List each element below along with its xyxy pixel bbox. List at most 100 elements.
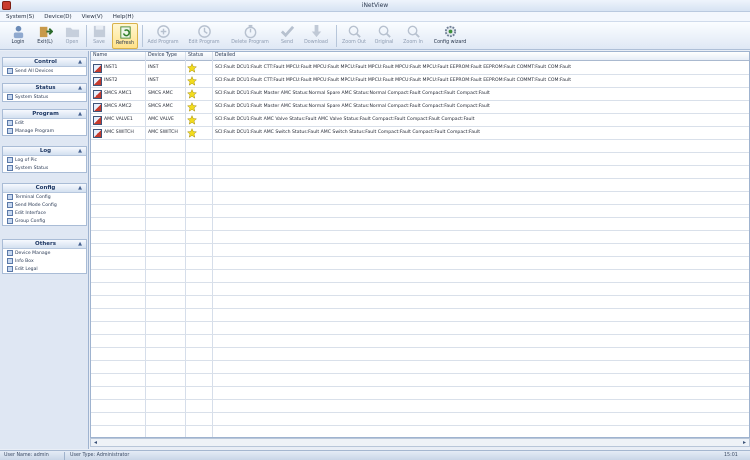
column-header-detailed[interactable]: Detailed	[215, 53, 235, 58]
empty-table-row[interactable]	[91, 387, 749, 400]
empty-table-row[interactable]	[91, 283, 749, 296]
delete-program-button[interactable]: Delete Program	[228, 23, 272, 49]
table-row[interactable]: SMCS AMC2 SMCS AMC SCI:Fault DCU1:Fault Ma…	[91, 101, 749, 114]
sidebar-group-log: Log ▲ Log of Pic System Status	[2, 146, 87, 173]
empty-table-row[interactable]	[91, 400, 749, 413]
add-program-icon	[156, 25, 170, 38]
zoom-original-icon	[378, 25, 391, 38]
sidebar-item-manage-program[interactable]: Manage Program	[3, 127, 86, 135]
config-wizard-button[interactable]: Config wizard	[430, 23, 470, 49]
refresh-icon	[119, 26, 131, 39]
empty-table-row[interactable]	[91, 426, 749, 437]
device-icon	[93, 90, 102, 99]
empty-table-row[interactable]	[91, 166, 749, 179]
menu-system[interactable]: System(S)	[6, 14, 34, 20]
sidebar-item-edit-legal[interactable]: Edit Legal	[3, 265, 86, 273]
empty-table-row[interactable]	[91, 231, 749, 244]
scroll-right-arrow-icon[interactable]: ▸	[740, 439, 749, 446]
original-size-button[interactable]: Original	[370, 23, 398, 49]
sidebar-item-terminal-config[interactable]: Terminal Config	[3, 193, 86, 201]
collapse-chevron-icon[interactable]: ▲	[78, 185, 82, 191]
sidebar-item-send-mode-config[interactable]: Send Mode Config	[3, 201, 86, 209]
table-row[interactable]: SMCS AMC1 SMCS AMC SCI:Fault DCU1:Fault Ma…	[91, 88, 749, 101]
zoom-in-icon	[407, 25, 420, 38]
edit-program-button[interactable]: Edit Program	[186, 23, 222, 49]
table-row[interactable]: INST2 INST SCI:Fault DCU1:Fault CTT:Fault …	[91, 75, 749, 88]
sidebar-item-edit-interface[interactable]: Edit Interface	[3, 209, 86, 217]
menu-device[interactable]: Device(D)	[44, 14, 71, 20]
sidebar-group-header[interactable]: Others ▲	[3, 240, 86, 249]
empty-table-row[interactable]	[91, 153, 749, 166]
collapse-chevron-icon[interactable]: ▲	[78, 111, 82, 117]
empty-table-row[interactable]	[91, 335, 749, 348]
empty-table-row[interactable]	[91, 361, 749, 374]
status-star-icon	[187, 63, 197, 73]
refresh-button[interactable]: Refresh	[112, 23, 138, 49]
menu-help[interactable]: Help(H)	[113, 14, 134, 20]
empty-table-row[interactable]	[91, 413, 749, 426]
add-program-button[interactable]: Add Program	[146, 23, 180, 49]
collapse-chevron-icon[interactable]: ▲	[78, 85, 82, 91]
sidebar-item-edit[interactable]: Edit	[3, 119, 86, 127]
table-row[interactable]: INST1 INST SCI:Fault DCU1:Fault CTT:Fault …	[91, 62, 749, 75]
exit-button[interactable]: Exit(L)	[32, 23, 58, 49]
horizontal-scrollbar[interactable]: ◂ ▸	[90, 438, 750, 447]
collapse-chevron-icon[interactable]: ▲	[78, 241, 82, 247]
column-header-name[interactable]: Name	[93, 53, 107, 58]
sidebar-item-system-status[interactable]: System Status	[3, 93, 86, 101]
device-detail-cell: SCI:Fault DCU1:Fault AMC Switch Status:F…	[215, 130, 481, 135]
empty-table-row[interactable]	[91, 374, 749, 387]
device-detail-cell: SCI:Fault DCU1:Fault CTT:Fault MPCU:Faul…	[215, 78, 572, 83]
table-row[interactable]: AMC VALVE1 AMC VALVE SCI:Fault DCU1:Fault …	[91, 114, 749, 127]
send-button[interactable]: Send	[276, 23, 298, 49]
login-button[interactable]: Login	[6, 23, 30, 49]
column-header-status[interactable]: Status	[188, 53, 203, 58]
empty-table-row[interactable]	[91, 244, 749, 257]
sidebar-item-send-all-devices[interactable]: Send All Devices	[3, 67, 86, 75]
menu-view[interactable]: View(V)	[82, 14, 103, 20]
empty-table-row[interactable]	[91, 218, 749, 231]
status-clock: 15:01	[724, 453, 738, 458]
save-button[interactable]: Save	[88, 23, 110, 49]
open-button[interactable]: Open	[60, 23, 84, 49]
sidebar-group-program: Program ▲ Edit Manage Program	[2, 109, 87, 136]
download-button[interactable]: Download	[300, 23, 332, 49]
empty-table-row[interactable]	[91, 192, 749, 205]
empty-table-row[interactable]	[91, 205, 749, 218]
status-star-icon	[187, 115, 197, 125]
empty-table-row[interactable]	[91, 140, 749, 153]
sidebar-group-header[interactable]: Control ▲	[3, 58, 86, 67]
empty-table-row[interactable]	[91, 257, 749, 270]
sidebar-item-info-box[interactable]: Info Box	[3, 257, 86, 265]
sidebar-group-header[interactable]: Config ▲	[3, 184, 86, 193]
table-row[interactable]: AMC SWITCH AMC SWITCH SCI:Fault DCU1:Fault…	[91, 127, 749, 140]
device-type-cell: SMCS AMC	[148, 104, 173, 109]
scroll-left-arrow-icon[interactable]: ◂	[91, 439, 100, 446]
device-type-cell: AMC SWITCH	[148, 130, 178, 135]
sidebar-group-header[interactable]: Program ▲	[3, 110, 86, 119]
empty-table-row[interactable]	[91, 179, 749, 192]
sidebar-group-header[interactable]: Status ▲	[3, 84, 86, 93]
status-icon	[7, 94, 13, 100]
empty-table-row[interactable]	[91, 322, 749, 335]
sidebar-item-log-of-pic[interactable]: Log of Pic	[3, 156, 86, 164]
sidebar-item-group-config[interactable]: Group Config	[3, 217, 86, 225]
device-icon	[93, 64, 102, 73]
sidebar-item-system-status-log[interactable]: System Status	[3, 164, 86, 172]
info-icon	[7, 258, 13, 264]
collapse-chevron-icon[interactable]: ▲	[78, 59, 82, 65]
sidebar-item-device-manage[interactable]: Device Manage	[3, 249, 86, 257]
empty-table-row[interactable]	[91, 270, 749, 283]
device-table: Name Device Type Status Detailed INST1 IN…	[90, 51, 750, 438]
device-type-cell: INST	[148, 78, 159, 83]
sidebar-group-header[interactable]: Log ▲	[3, 147, 86, 156]
zoom-in-button[interactable]: Zoom In	[400, 23, 426, 49]
exit-icon	[39, 26, 53, 38]
collapse-chevron-icon[interactable]: ▲	[78, 148, 82, 154]
config-icon	[7, 210, 13, 216]
column-header-device-type[interactable]: Device Type	[148, 53, 177, 58]
empty-table-row[interactable]	[91, 296, 749, 309]
empty-table-row[interactable]	[91, 309, 749, 322]
zoom-out-button[interactable]: Zoom Out	[340, 23, 368, 49]
empty-table-row[interactable]	[91, 348, 749, 361]
